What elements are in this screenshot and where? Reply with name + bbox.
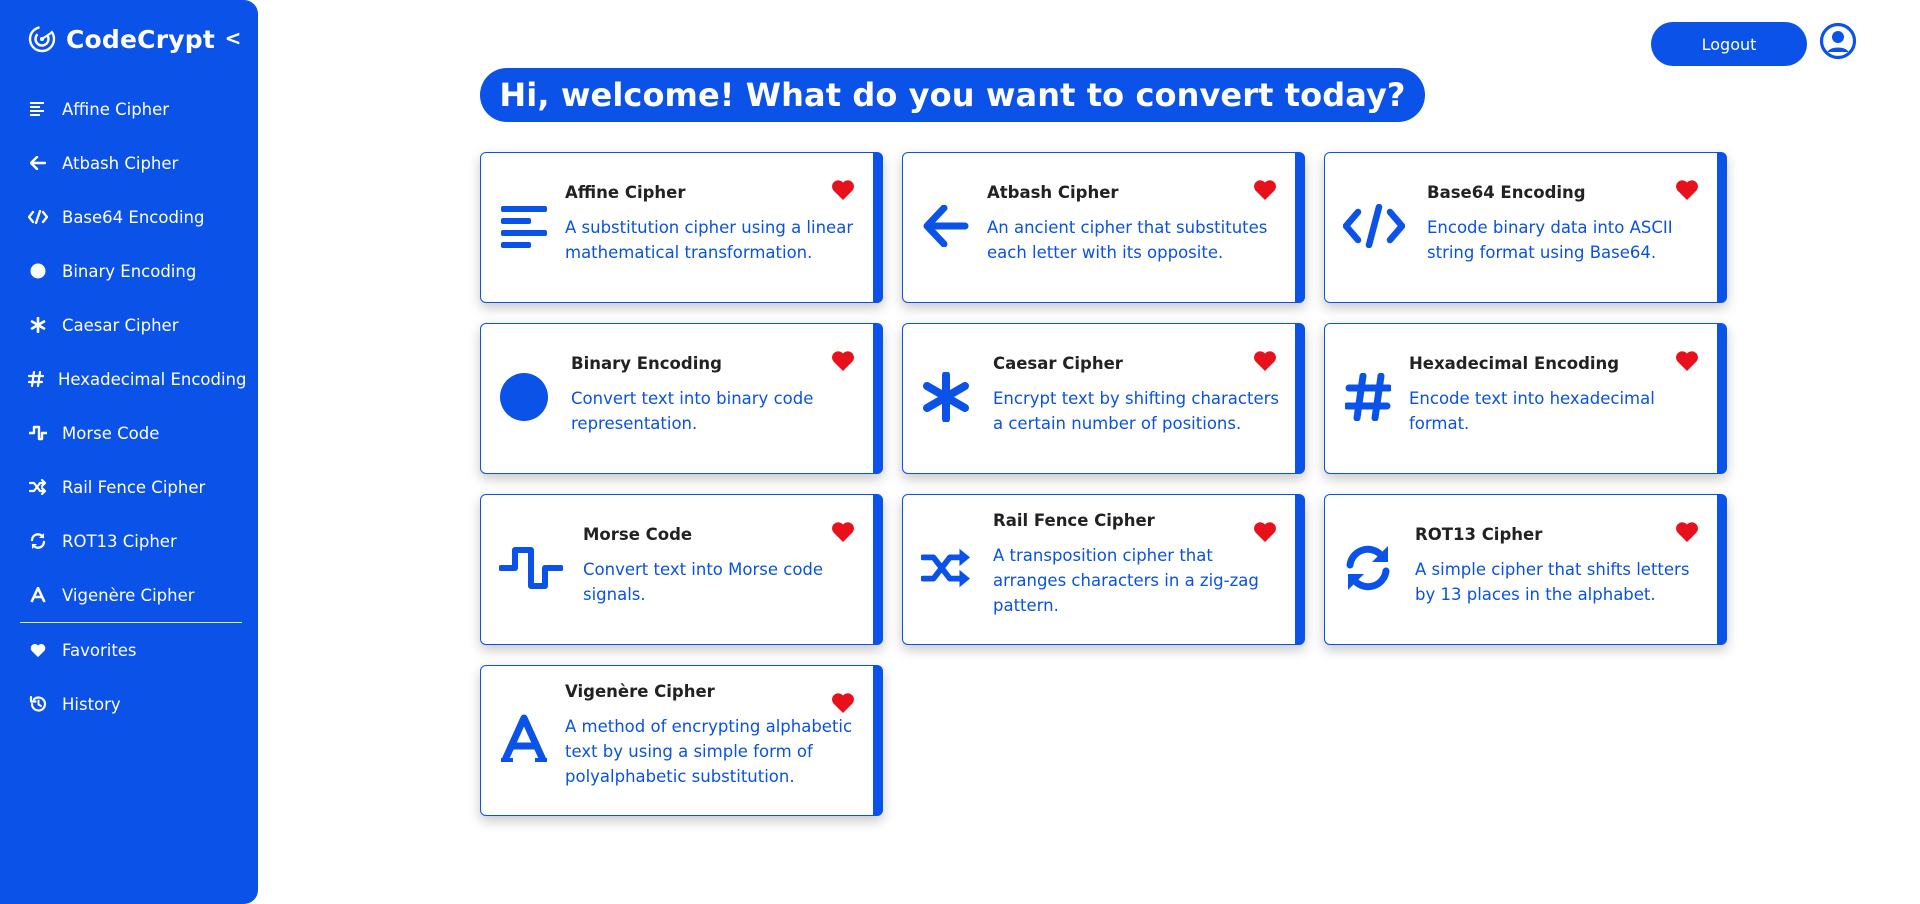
sidebar-item-label: Hexadecimal Encoding bbox=[58, 369, 247, 389]
favorite-heart-icon[interactable] bbox=[1253, 350, 1277, 372]
card-title: Base64 Encoding bbox=[1427, 183, 1586, 202]
shuffle-icon bbox=[921, 543, 971, 593]
sidebar-item-rot13-cipher[interactable]: ROT13 Cipher bbox=[18, 514, 244, 568]
card-rail-fence-cipher[interactable]: Rail Fence Cipher A transposition cipher… bbox=[902, 494, 1305, 645]
sidebar-item-rail-fence-cipher[interactable]: Rail Fence Cipher bbox=[18, 460, 244, 514]
sidebar-item-affine-cipher[interactable]: Affine Cipher bbox=[18, 82, 244, 136]
history-icon bbox=[28, 694, 48, 714]
sidebar-item-binary-encoding[interactable]: Binary Encoding bbox=[18, 244, 244, 298]
card-description: Convert text into Morse code signals. bbox=[583, 560, 824, 604]
code-icon bbox=[1343, 201, 1405, 251]
card-description: Encode binary data into ASCII string for… bbox=[1427, 218, 1673, 262]
favorite-heart-icon[interactable] bbox=[831, 350, 855, 372]
card-description: Encrypt text by shifting characters a ce… bbox=[993, 389, 1279, 433]
sidebar-item-label: Vigenère Cipher bbox=[62, 585, 195, 605]
logout-button[interactable]: Logout bbox=[1651, 22, 1807, 66]
welcome-banner: Hi, welcome! What do you want to convert… bbox=[480, 68, 1425, 122]
card-atbash-cipher[interactable]: Atbash Cipher An ancient cipher that sub… bbox=[902, 152, 1305, 303]
circle-icon bbox=[499, 372, 549, 422]
sync-icon bbox=[28, 531, 48, 551]
sidebar-item-label: Affine Cipher bbox=[62, 99, 170, 119]
heart-icon bbox=[28, 640, 48, 660]
card-caesar-cipher[interactable]: Caesar Cipher Encrypt text by shifting c… bbox=[902, 323, 1305, 474]
card-vigenere-cipher[interactable]: Vigenère Cipher A method of encrypting a… bbox=[480, 665, 883, 816]
card-title: Morse Code bbox=[583, 525, 693, 544]
favorite-heart-icon[interactable] bbox=[1253, 521, 1277, 543]
arrow-left-icon bbox=[921, 201, 971, 251]
sidebar-item-vigenere-cipher[interactable]: Vigenère Cipher bbox=[18, 568, 244, 622]
asterisk-icon bbox=[28, 315, 48, 335]
sidebar-item-label: ROT13 Cipher bbox=[62, 531, 177, 551]
letter-a-icon bbox=[499, 714, 549, 764]
sidebar-item-label: Caesar Cipher bbox=[62, 315, 179, 335]
brand: CodeCrypt < bbox=[28, 22, 243, 56]
favorite-heart-icon[interactable] bbox=[831, 521, 855, 543]
codecrypt-logo-icon bbox=[28, 25, 56, 53]
card-title: Hexadecimal Encoding bbox=[1409, 354, 1620, 373]
sidebar-item-base64-encoding[interactable]: Base64 Encoding bbox=[18, 190, 244, 244]
card-description: Encode text into hexadecimal format. bbox=[1409, 389, 1655, 433]
code-icon bbox=[28, 207, 48, 227]
align-left-icon bbox=[28, 99, 48, 119]
favorite-heart-icon[interactable] bbox=[1675, 350, 1699, 372]
shuffle-icon bbox=[28, 477, 48, 497]
card-morse-code[interactable]: Morse Code Convert text into Morse code … bbox=[480, 494, 883, 645]
sidebar-item-history[interactable]: History bbox=[18, 677, 244, 731]
sidebar-item-label: Atbash Cipher bbox=[62, 153, 179, 173]
sidebar-item-label: Rail Fence Cipher bbox=[62, 477, 206, 497]
card-title: Rail Fence Cipher bbox=[993, 511, 1155, 530]
align-left-icon bbox=[499, 201, 549, 251]
circle-icon bbox=[28, 261, 48, 281]
sidebar-item-label: Binary Encoding bbox=[62, 261, 197, 281]
wave-square-icon bbox=[499, 543, 563, 593]
sidebar-item-label: Morse Code bbox=[62, 423, 160, 443]
card-description: A transposition cipher that arranges cha… bbox=[993, 546, 1259, 615]
card-title: Atbash Cipher bbox=[987, 183, 1119, 202]
card-description: A simple cipher that shifts letters by 1… bbox=[1415, 560, 1690, 604]
sidebar-item-caesar-cipher[interactable]: Caesar Cipher bbox=[18, 298, 244, 352]
sidebar-item-label: History bbox=[62, 694, 121, 714]
sidebar-item-atbash-cipher[interactable]: Atbash Cipher bbox=[18, 136, 244, 190]
card-description: A method of encrypting alphabetic text b… bbox=[565, 717, 853, 786]
card-description: An ancient cipher that substitutes each … bbox=[987, 218, 1268, 262]
card-hexadecimal-encoding[interactable]: Hexadecimal Encoding Encode text into he… bbox=[1324, 323, 1727, 474]
card-title: Caesar Cipher bbox=[993, 354, 1123, 373]
card-description: Convert text into binary code representa… bbox=[571, 389, 814, 433]
collapse-sidebar-button[interactable]: < bbox=[223, 26, 243, 50]
card-rot13-cipher[interactable]: ROT13 Cipher A simple cipher that shifts… bbox=[1324, 494, 1727, 645]
sidebar-item-morse-code[interactable]: Morse Code bbox=[18, 406, 244, 460]
asterisk-icon bbox=[921, 372, 971, 422]
card-title: Affine Cipher bbox=[565, 183, 686, 202]
sidebar: CodeCrypt < Affine Cipher Atbash Cipher … bbox=[0, 0, 258, 904]
card-title: ROT13 Cipher bbox=[1415, 525, 1543, 544]
sidebar-item-label: Base64 Encoding bbox=[62, 207, 205, 227]
user-circle-icon[interactable] bbox=[1819, 22, 1857, 60]
hashtag-icon bbox=[28, 369, 44, 389]
sidebar-nav: Affine Cipher Atbash Cipher Base64 Encod… bbox=[18, 82, 247, 731]
brand-name: CodeCrypt bbox=[66, 24, 215, 54]
letter-a-icon bbox=[28, 585, 48, 605]
favorite-heart-icon[interactable] bbox=[1253, 179, 1277, 201]
card-description: A substitution cipher using a linear mat… bbox=[565, 218, 854, 262]
card-affine-cipher[interactable]: Affine Cipher A substitution cipher usin… bbox=[480, 152, 883, 303]
arrow-left-icon bbox=[28, 153, 48, 173]
wave-square-icon bbox=[28, 423, 48, 443]
sidebar-item-hexadecimal-encoding[interactable]: Hexadecimal Encoding bbox=[18, 352, 247, 406]
favorite-heart-icon[interactable] bbox=[831, 179, 855, 201]
sidebar-item-favorites[interactable]: Favorites bbox=[18, 623, 244, 677]
card-title: Vigenère Cipher bbox=[565, 682, 715, 701]
card-binary-encoding[interactable]: Binary Encoding Convert text into binary… bbox=[480, 323, 883, 474]
sidebar-item-label: Favorites bbox=[62, 640, 137, 660]
favorite-heart-icon[interactable] bbox=[1675, 179, 1699, 201]
favorite-heart-icon[interactable] bbox=[831, 692, 855, 714]
card-title: Binary Encoding bbox=[571, 354, 722, 373]
sync-icon bbox=[1343, 543, 1393, 593]
hashtag-icon bbox=[1343, 372, 1393, 422]
favorite-heart-icon[interactable] bbox=[1675, 521, 1699, 543]
card-base64-encoding[interactable]: Base64 Encoding Encode binary data into … bbox=[1324, 152, 1727, 303]
